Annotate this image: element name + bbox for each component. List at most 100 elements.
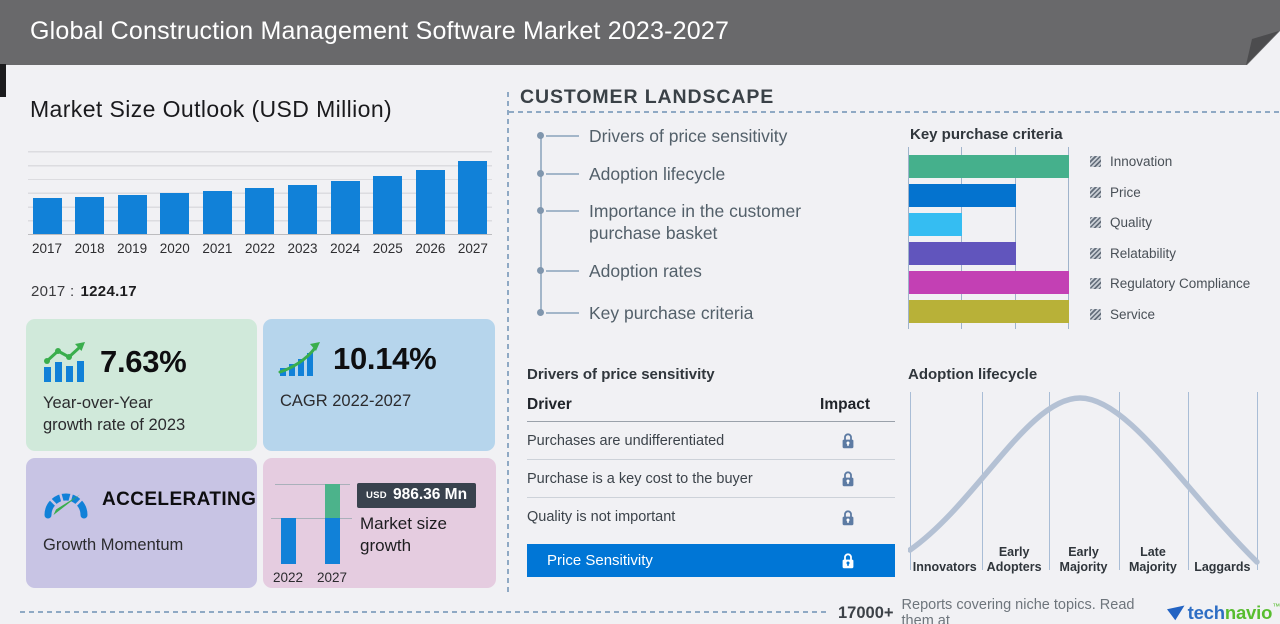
list-bullet-dot: [537, 207, 544, 214]
market-size-bar: [245, 188, 275, 234]
price-sensitivity-title: Drivers of price sensitivity: [527, 366, 715, 383]
legend-label: Innovation: [1110, 154, 1173, 169]
growth-label-line1: Market size: [360, 514, 447, 533]
market-size-bar: [160, 193, 190, 234]
market-size-bar: [117, 195, 147, 234]
brand-tech: tech: [1187, 602, 1225, 623]
landscape-list-item: Adoption lifecycle: [536, 164, 896, 186]
year-tick-label: 2023: [287, 241, 318, 256]
bar-column: [115, 195, 149, 234]
list-connector-line: [546, 135, 579, 137]
vertical-dashed-divider: [507, 92, 509, 592]
yoy-label-line1: Year-over-Year: [43, 394, 153, 412]
list-bullet-dot: [537, 309, 544, 316]
legend-hatch-swatch: [1090, 217, 1101, 228]
growth-value: 986.36 Mn: [392, 486, 468, 503]
momentum-card: ACCELERATING Growth Momentum: [26, 458, 257, 588]
base-year-value: 1224.17: [80, 283, 137, 300]
bar-column: [158, 193, 192, 234]
landscape-item-label: Adoption lifecycle: [589, 164, 726, 184]
market-size-bar: [330, 181, 360, 234]
year-tick-label: 2019: [117, 241, 148, 256]
momentum-card-top: ACCELERATING: [26, 458, 257, 521]
driver-row: Quality is not important: [527, 498, 895, 536]
landscape-item-label: Adoption rates: [589, 261, 702, 281]
legend-item: Innovation: [1090, 153, 1250, 170]
footer: 17000+ Reports covering niche topics. Re…: [838, 597, 1280, 624]
driver-label: Quality is not important: [527, 509, 676, 525]
mini-bar-2027-increment: [325, 484, 340, 518]
landscape-item-label: Key purchase criteria: [589, 303, 754, 323]
list-bullet-dot: [537, 267, 544, 274]
column-driver: Driver: [527, 396, 572, 413]
cagr-card: 10.14% CAGR 2022-2027: [263, 319, 495, 451]
momentum-value: ACCELERATING: [102, 489, 257, 510]
legend-hatch-swatch: [1090, 308, 1101, 320]
price-sensitivity-rows: Purchases are undifferentiated Purchase i…: [527, 422, 895, 536]
infographic-root: Global Construction Management Software …: [0, 0, 1280, 624]
bar-column: [456, 161, 490, 234]
cagr-value: 10.14%: [333, 341, 437, 376]
market-size-bar: [415, 170, 445, 234]
technavio-wordmark: technavio™: [1188, 602, 1280, 624]
brand-navio: navio: [1224, 602, 1273, 623]
currency-label: USD: [366, 489, 387, 501]
mini-xlabel-2027: 2027: [317, 570, 348, 585]
year-tick-label: 2024: [330, 241, 361, 256]
bar-column: [286, 185, 320, 234]
driver-row: Purchases are undifferentiated: [527, 422, 895, 460]
lock-icon: [841, 509, 855, 526]
kpc-legend: Innovation Price Quality Relatability Regula…: [1090, 153, 1250, 336]
legend-item: Quality: [1090, 214, 1250, 231]
yoy-label: Year-over-Year growth rate of 2023: [26, 384, 257, 437]
list-bullet-dot: [537, 132, 544, 139]
lock-icon: [841, 432, 855, 449]
landscape-list-item: Key purchase criteria: [536, 303, 896, 325]
mini-bar-2027: [325, 484, 340, 564]
lock-icon: [841, 552, 855, 569]
market-size-bar: [75, 197, 105, 234]
market-size-xlabels: 2017 2018 2019 2020 2021 2022 2023 2024 2025 2026…: [28, 241, 492, 256]
kpc-bars: [909, 155, 1069, 323]
lifecycle-stage-label: Early Adopters: [986, 544, 1042, 575]
growth-mini-chart: 2022 2027: [271, 484, 352, 585]
base-year-note: 2017 : 1224.17: [31, 283, 137, 300]
driver-label: Purchase is a key cost to the buyer: [527, 470, 753, 487]
price-sensitivity-highlight-row: Price Sensitivity: [527, 544, 895, 577]
legend-item: Price: [1090, 184, 1250, 201]
driver-row: Purchase is a key cost to the buyer: [527, 460, 895, 498]
year-tick-label: 2017: [31, 241, 63, 256]
year-tick-label: 2021: [202, 241, 233, 256]
legend-hatch-swatch: [1090, 186, 1101, 198]
bar-column: [30, 198, 64, 234]
footer-dashed-line: [20, 611, 826, 613]
momentum-label: Growth Momentum: [43, 536, 184, 554]
mini-bar-2022: [281, 518, 296, 564]
yoy-value: 7.63%: [100, 344, 187, 379]
bar-column: [371, 176, 405, 234]
column-impact: Impact: [820, 396, 870, 413]
legend-label: Relatability: [1110, 245, 1177, 261]
key-purchase-criteria-chart: [908, 147, 1069, 329]
bar-trend-icon: [44, 342, 85, 382]
brand-trademark: ™: [1272, 602, 1280, 611]
report-count: 17000+: [838, 603, 894, 622]
growth-arrow-icon: [278, 342, 320, 376]
yoy-growth-card: 7.63% Year-over-Year growth rate of 2023: [26, 319, 257, 451]
adoption-lifecycle-title: Adoption lifecycle: [908, 366, 1038, 383]
technavio-logo: technavio™: [1166, 602, 1280, 624]
adoption-lifecycle-chart: Innovators Early Adopters Early Majority La…: [908, 390, 1260, 582]
market-size-bar: [458, 161, 488, 234]
lifecycle-stage-label: Laggards: [1194, 560, 1251, 575]
market-size-bars: [28, 139, 492, 235]
driver-label: Purchases are undifferentiated: [527, 432, 725, 449]
landscape-list-item: Importance in the customer purchase bask…: [536, 201, 896, 245]
legend-label: Quality: [1110, 215, 1153, 230]
legend-hatch-swatch: [1090, 278, 1101, 289]
kpc-bar: [909, 184, 1016, 207]
yoy-label-line2: growth rate of 2023: [43, 415, 186, 434]
growth-label-line2: growth: [360, 536, 412, 556]
market-size-bar: [373, 176, 403, 234]
kpc-bar: [909, 213, 963, 236]
legend-label: Price: [1110, 184, 1141, 200]
